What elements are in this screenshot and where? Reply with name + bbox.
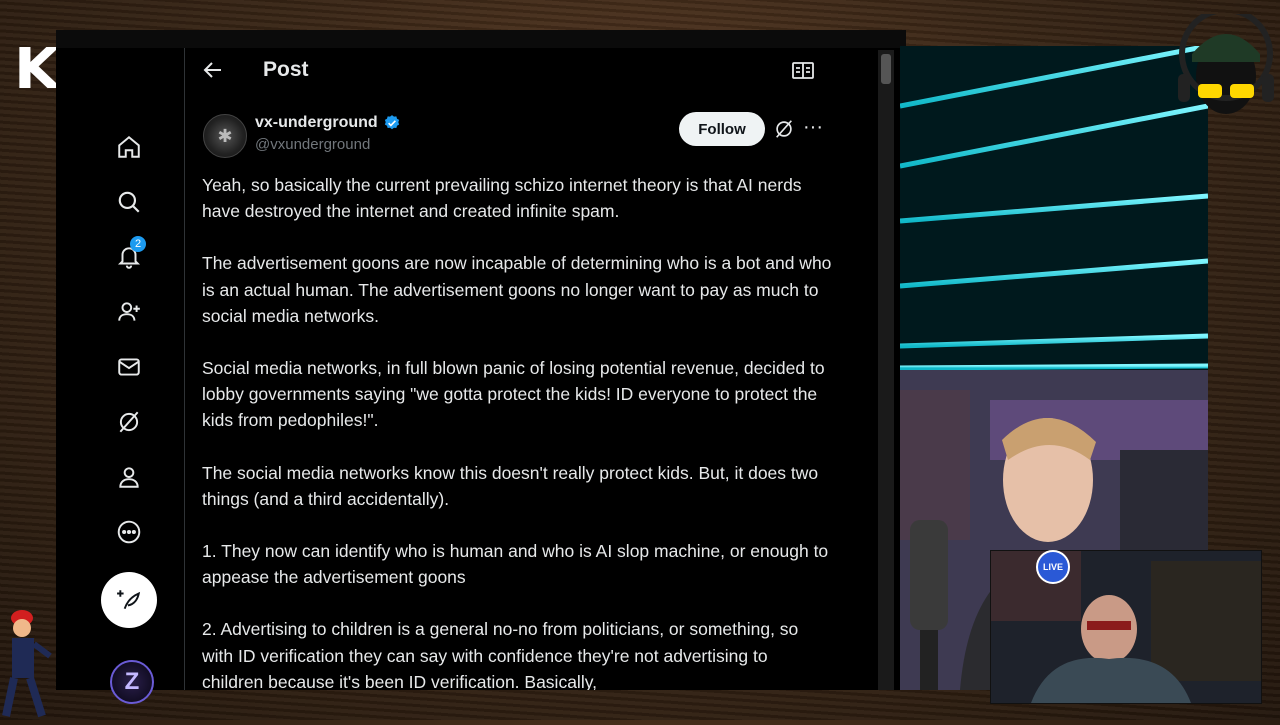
profile-icon[interactable] <box>114 462 144 492</box>
notification-badge: 2 <box>130 236 146 252</box>
compose-post-button[interactable] <box>101 572 157 628</box>
more-circle-icon[interactable] <box>114 517 144 547</box>
verified-badge-icon <box>383 114 401 132</box>
scrollbar-thumb[interactable] <box>881 54 891 84</box>
author-name-text: vx-underground <box>255 114 378 131</box>
post-header: Post <box>185 48 841 94</box>
live-badge: LIVE <box>1036 550 1070 584</box>
webcam-guest <box>990 550 1262 704</box>
post-text: Yeah, so basically the current prevailin… <box>202 172 832 690</box>
post-paragraph: 1. They now can identify who is human an… <box>202 541 829 588</box>
grok-explain-icon[interactable] <box>773 118 797 142</box>
scrollbar[interactable] <box>878 50 894 690</box>
post-paragraph: Yeah, so basically the current prevailin… <box>202 175 802 222</box>
back-arrow-icon[interactable] <box>201 58 227 84</box>
neon-grid-overlay <box>900 46 1208 370</box>
follow-button[interactable]: Follow <box>679 112 765 146</box>
mail-icon[interactable] <box>114 352 144 382</box>
author-avatar[interactable]: ✱ <box>203 114 247 158</box>
streamer-avatar-cap <box>1178 7 1274 124</box>
post-paragraph: The social media networks know this does… <box>202 462 819 509</box>
search-icon[interactable] <box>114 187 144 217</box>
home-icon[interactable] <box>114 132 144 162</box>
author-display-name[interactable]: vx-underground <box>255 114 401 132</box>
post-detail-column: Post ✱ vx-underground @vxunderground Fol… <box>185 48 841 690</box>
x-sidebar: 2 Z <box>56 48 185 704</box>
post-paragraph: Social media networks, in full blown pan… <box>202 358 825 431</box>
browser-window: 2 Z Post ✱ vx-underground @vxunderground… <box>56 30 906 704</box>
feather-plus-icon <box>117 590 141 609</box>
account-switcher-avatar[interactable]: Z <box>110 660 154 704</box>
page-title: Post <box>263 58 309 81</box>
grok-icon[interactable] <box>114 407 144 437</box>
mascot-figure <box>2 604 58 720</box>
notifications-bell-icon[interactable]: 2 <box>114 236 146 272</box>
more-options-icon[interactable]: ··· <box>803 117 825 142</box>
reader-mode-icon[interactable] <box>791 60 815 82</box>
author-handle[interactable]: @vxunderground <box>255 136 370 153</box>
post-paragraph: The advertisement goons are now incapabl… <box>202 253 832 326</box>
browser-top-bar <box>56 30 906 48</box>
post-paragraph: 2. Advertising to children is a general … <box>202 619 799 690</box>
add-user-icon[interactable] <box>114 297 144 327</box>
